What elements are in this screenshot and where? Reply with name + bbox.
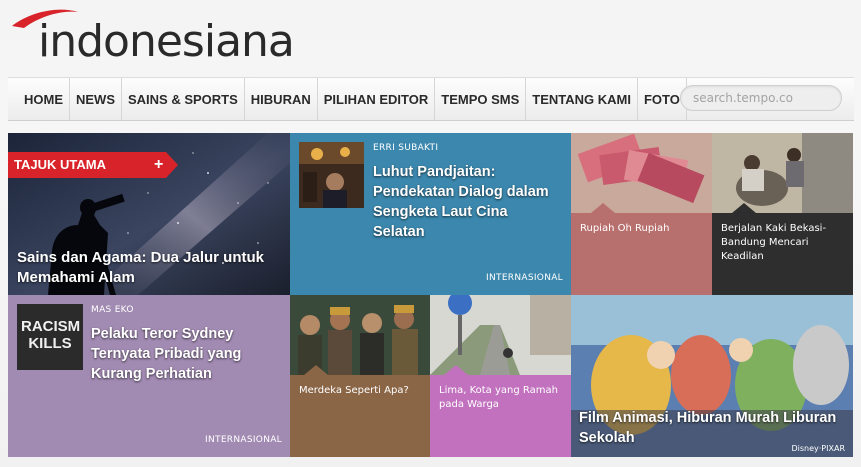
article-thumbnail: RACISM KILLS — [17, 304, 83, 370]
article-photo — [430, 295, 571, 457]
nav-item-foto[interactable]: FOTO — [636, 78, 686, 120]
tile-featured-image[interactable]: Film Animasi, Hiburan Murah Liburan Seko… — [571, 295, 853, 457]
article-title[interactable]: Merdeka Seperti Apa? — [299, 384, 424, 398]
nav-item-tempo-sms[interactable]: TEMPO SMS — [434, 78, 525, 120]
tajuk-utama-badge[interactable]: TAJUK UTAMA + — [8, 152, 178, 178]
disney-pixar-watermark: Disney·PIXAR — [791, 444, 845, 453]
tile-article-small[interactable]: Berjalan Kaki Bekasi-Bandung Mencari Kea… — [712, 133, 853, 295]
tile-featured[interactable]: TAJUK UTAMA + Sains dan Agama: Dua Jalur… — [8, 133, 290, 295]
nav-item-sains-sports[interactable]: SAINS & SPORTS — [121, 78, 244, 120]
nav-item-hiburan[interactable]: HIBURAN — [243, 78, 317, 120]
article-title[interactable]: Film Animasi, Hiburan Murah Liburan Seko… — [579, 408, 839, 448]
tile-article[interactable]: RACISM KILLS MAS EKO Pelaku Teror Sydney… — [8, 295, 290, 457]
article-author[interactable]: MAS EKO — [91, 305, 134, 315]
tile-article[interactable]: ERRI SUBAKTI Luhut Pandjaitan: Pendekata… — [290, 133, 571, 295]
article-category[interactable]: INTERNASIONAL — [205, 435, 282, 445]
logo-text: indonesiana — [38, 16, 295, 67]
nav-item-news[interactable]: NEWS — [69, 78, 121, 120]
badge-label: TAJUK UTAMA — [14, 157, 106, 172]
tile-article-small[interactable]: Rupiah Oh Rupiah — [571, 133, 712, 295]
article-title[interactable]: Berjalan Kaki Bekasi-Bandung Mencari Kea… — [721, 222, 846, 264]
nav-item-home[interactable]: HOME — [18, 78, 69, 120]
nav-item-tentang-kami[interactable]: TENTANG KAMI — [525, 78, 637, 120]
article-author[interactable]: ERRI SUBAKTI — [373, 143, 438, 153]
article-thumbnail — [299, 142, 364, 208]
tile-article-small[interactable]: Merdeka Seperti Apa? — [290, 295, 430, 457]
nav-item-pilihan-editor[interactable]: PILIHAN EDITOR — [316, 78, 435, 120]
tile-article-small[interactable]: Lima, Kota yang Ramah pada Warga — [430, 295, 571, 457]
article-category[interactable]: INTERNASIONAL — [486, 273, 563, 283]
article-title[interactable]: Pelaku Teror Sydney Ternyata Pribadi yan… — [91, 324, 286, 384]
article-title[interactable]: Lima, Kota yang Ramah pada Warga — [439, 384, 564, 412]
article-title[interactable]: Luhut Pandjaitan: Pendekatan Dialog dala… — [373, 162, 563, 242]
plus-icon: + — [154, 156, 164, 173]
article-photo — [571, 133, 712, 295]
featured-title[interactable]: Sains dan Agama: Dua Jalur untuk Memaham… — [17, 248, 277, 288]
site-logo[interactable]: indonesiana — [10, 6, 340, 70]
article-photo — [712, 133, 853, 295]
article-title[interactable]: Rupiah Oh Rupiah — [580, 222, 705, 236]
article-photo — [290, 295, 430, 457]
search-input[interactable] — [680, 85, 842, 111]
thumbnail-sign-text: RACISM KILLS — [21, 318, 81, 352]
